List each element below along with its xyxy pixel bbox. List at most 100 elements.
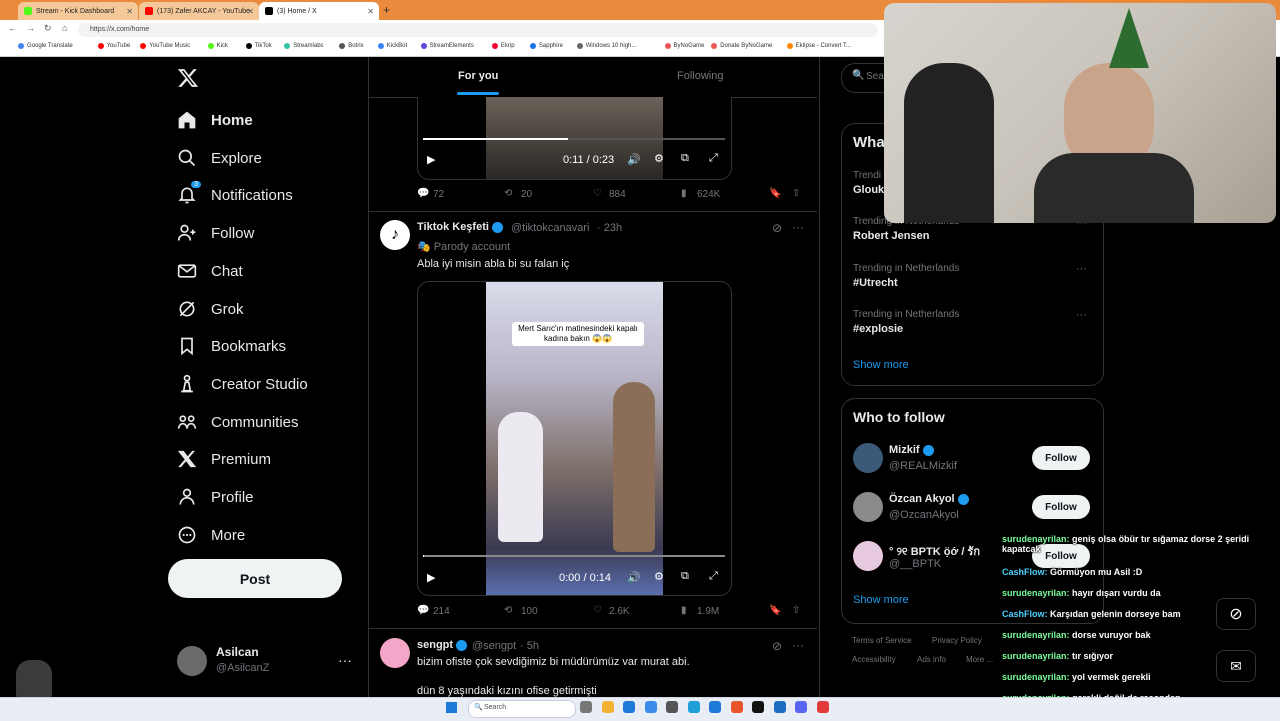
views-icon[interactable]: ▮: [681, 188, 687, 199]
bookmark-item[interactable]: Kick: [207, 43, 228, 49]
trend-title[interactable]: #explosie: [853, 323, 903, 335]
settings-gear-icon[interactable]: ⚙: [654, 152, 664, 165]
post-handle[interactable]: @tiktokcanavari: [511, 222, 589, 234]
fullscreen-icon[interactable]: ⤢: [709, 152, 718, 165]
nav-item-profile[interactable]: Profile: [176, 486, 254, 508]
play-icon[interactable]: ▶: [427, 153, 435, 166]
tab-for-you[interactable]: For you: [458, 70, 498, 82]
nav-item-premium[interactable]: Premium: [176, 448, 271, 470]
trend-title[interactable]: Robert Jensen: [853, 230, 929, 242]
post-author[interactable]: sengpt: [417, 639, 468, 651]
like-icon[interactable]: ♡: [593, 605, 602, 616]
footer-terms[interactable]: Terms of Service: [852, 636, 912, 645]
post-author[interactable]: Tiktok Keşfeti: [417, 221, 503, 233]
avatar[interactable]: [853, 492, 883, 522]
bookmark-item[interactable]: KickBot: [377, 43, 407, 49]
post-handle[interactable]: @sengpt: [472, 640, 516, 652]
steam-app-icon[interactable]: [773, 701, 786, 713]
account-more-icon[interactable]: ···: [338, 652, 352, 668]
bookmark-item[interactable]: Sapphire: [529, 43, 563, 49]
nav-item-creator-studio[interactable]: Creator Studio: [176, 373, 308, 395]
pip-icon[interactable]: ⧉: [681, 152, 689, 165]
browser-tab[interactable]: (173) Zafer AKCAY - YouTube ✕: [139, 2, 259, 20]
windows-start-icon[interactable]: [446, 702, 457, 713]
tab-following[interactable]: Following: [677, 70, 723, 82]
suggestion-name[interactable]: Mizkif: [889, 444, 934, 456]
post-button[interactable]: Post: [168, 559, 342, 598]
bookmark-icon[interactable]: 🔖: [769, 605, 781, 616]
pip-icon[interactable]: ⧉: [681, 570, 689, 583]
nav-item-explore[interactable]: Explore: [176, 147, 262, 169]
nav-item-chat[interactable]: Chat: [176, 260, 243, 282]
video-progress-track[interactable]: [423, 555, 725, 557]
x-logo-icon[interactable]: [177, 67, 199, 94]
bookmark-item[interactable]: Windows 10 high...: [576, 43, 636, 49]
settings-gear-icon[interactable]: ⚙: [654, 570, 664, 583]
show-more-link[interactable]: Show more: [853, 594, 909, 606]
url-input[interactable]: https://x.com/home: [78, 23, 878, 37]
store-icon[interactable]: [644, 701, 657, 713]
footer-privacy[interactable]: Privacy Policy: [932, 636, 982, 645]
fullscreen-icon[interactable]: ⤢: [709, 570, 718, 583]
footer-more[interactable]: More ...: [966, 655, 993, 664]
repost-icon[interactable]: ⟲: [504, 605, 512, 616]
bookmark-item[interactable]: Donate ByNoGame: [711, 43, 772, 49]
share-icon[interactable]: ⇧: [792, 605, 800, 616]
nav-item-bookmarks[interactable]: Bookmarks: [176, 335, 286, 357]
bookmark-item[interactable]: YouTube Music: [140, 43, 190, 49]
browser-icon[interactable]: [709, 701, 721, 713]
views-icon[interactable]: ▮: [681, 605, 687, 616]
bookmark-item[interactable]: Botrix: [339, 43, 364, 49]
new-tab-button[interactable]: +: [383, 3, 390, 17]
bookmark-item[interactable]: Streamlabs: [284, 43, 324, 49]
edge-icon[interactable]: [687, 701, 700, 713]
follow-button[interactable]: Follow: [1032, 495, 1090, 519]
follow-button[interactable]: Follow: [1032, 446, 1090, 470]
home-icon[interactable]: ⌂: [62, 23, 67, 33]
discord-icon[interactable]: [795, 701, 807, 713]
footer-accessibility[interactable]: Accessibility: [852, 655, 896, 664]
grok-icon[interactable]: ⊘: [1216, 598, 1256, 630]
avatar[interactable]: [853, 541, 883, 571]
play-icon[interactable]: ▶: [427, 571, 435, 584]
share-icon[interactable]: ⇧: [792, 188, 800, 199]
post-age[interactable]: · 5h: [520, 640, 539, 652]
grok-icon[interactable]: ⊘: [772, 639, 782, 653]
grok-icon[interactable]: ⊘: [772, 221, 782, 235]
post-age[interactable]: · 23h: [597, 222, 622, 234]
tiktok-avatar-icon[interactable]: ♪: [380, 220, 410, 250]
nav-item-home[interactable]: Home: [176, 109, 253, 131]
nav-item-notifications[interactable]: 3 Notifications: [176, 181, 293, 206]
forward-icon[interactable]: →: [26, 23, 35, 33]
back-icon[interactable]: ←: [8, 23, 17, 33]
obs-icon[interactable]: [816, 701, 829, 713]
bookmark-icon[interactable]: 🔖: [769, 188, 781, 199]
post-more-icon[interactable]: ···: [792, 638, 804, 652]
trend-title[interactable]: #Utrecht: [853, 277, 898, 289]
trend-more-icon[interactable]: ···: [1076, 263, 1087, 275]
task-view-icon[interactable]: [580, 701, 592, 713]
bookmark-item[interactable]: TikTok: [245, 43, 272, 49]
volume-icon[interactable]: 🔊: [627, 153, 641, 166]
close-tab-icon[interactable]: ✕: [247, 7, 254, 16]
video-player[interactable]: Mert Sarıc'ın matinesindeki kapalı kadın…: [417, 281, 732, 596]
bookmark-item[interactable]: Eklipse - Convert T...: [786, 43, 851, 49]
trend-title[interactable]: Glouk: [853, 184, 884, 196]
footer-ads-info[interactable]: Ads info: [917, 655, 946, 664]
avatar[interactable]: [177, 646, 207, 676]
capcut-icon[interactable]: [752, 701, 764, 713]
bookmark-item[interactable]: StreamElements: [420, 43, 474, 49]
trend-more-icon[interactable]: ···: [1076, 309, 1087, 321]
browser-tab-active[interactable]: (3) Home / X ✕: [259, 2, 379, 20]
nav-item-grok[interactable]: Grok: [176, 298, 244, 320]
avatar[interactable]: [853, 443, 883, 473]
bookmark-item[interactable]: ByNoGame: [664, 43, 705, 49]
reply-icon[interactable]: 💬: [417, 188, 429, 199]
file-explorer-icon[interactable]: [601, 701, 614, 713]
reply-icon[interactable]: 💬: [417, 605, 429, 616]
browser-tab[interactable]: Stream - Kick Dashboard ✕: [18, 2, 138, 20]
close-tab-icon[interactable]: ✕: [126, 7, 133, 16]
steam-icon[interactable]: [666, 701, 678, 713]
nav-item-follow[interactable]: Follow: [176, 222, 254, 244]
show-more-link[interactable]: Show more: [853, 359, 909, 371]
